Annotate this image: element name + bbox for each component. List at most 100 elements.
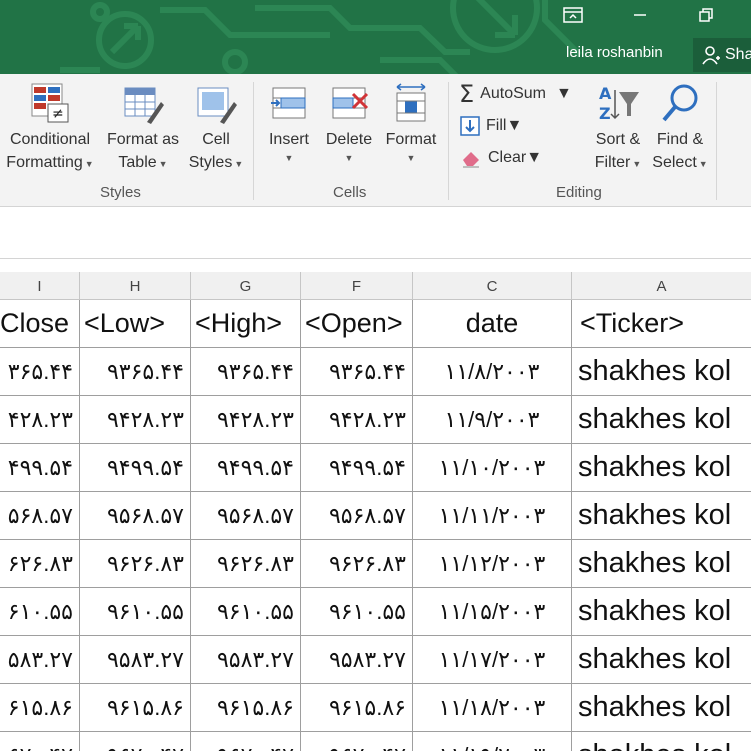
minimize-button[interactable] — [620, 0, 660, 30]
cell-high[interactable]: ۹۴۲۸.۲۳ — [191, 396, 301, 444]
cell-low[interactable]: ۹۶۱۰.۵۵ — [80, 588, 191, 636]
group-separator — [448, 82, 449, 200]
header-cell-open[interactable]: <Open> — [301, 300, 413, 348]
cell-ticker[interactable]: shakhes kol — [572, 732, 751, 751]
cell-date[interactable]: ۱۱/۹/۲۰۰۳ — [413, 396, 572, 444]
format-cells-icon — [396, 83, 426, 122]
cell-low[interactable]: ۹۳۶۵.۴۴ — [80, 348, 191, 396]
cell-date[interactable]: ۱۱/۱۷/۲۰۰۳ — [413, 636, 572, 684]
cell-close[interactable]: ۶۷۰.۴۷ — [0, 732, 80, 751]
cell-low[interactable]: ۹۶۱۵.۸۶ — [80, 684, 191, 732]
cell-close[interactable]: ۴۹۹.۵۴ — [0, 444, 80, 492]
header-cell-ticker[interactable]: <Ticker> — [572, 300, 751, 348]
cell-close[interactable]: ۶۲۶.۸۳ — [0, 540, 80, 588]
cell-ticker[interactable]: shakhes kol — [572, 540, 751, 588]
format-label: Format — [385, 131, 437, 148]
autosum-button[interactable]: Σ AutoSum ▼ — [459, 82, 572, 106]
chevron-down-icon: ▼ — [506, 117, 523, 134]
share-button[interactable]: Sha — [693, 38, 751, 72]
formula-bar[interactable] — [0, 207, 751, 259]
cell-open[interactable]: ۹۵۶۸.۵۷ — [301, 492, 413, 540]
cell-low[interactable]: ۹۶۲۶.۸۳ — [80, 540, 191, 588]
cell-date[interactable]: ۱۱/۱۵/۲۰۰۳ — [413, 588, 572, 636]
column-header-h[interactable]: H — [80, 272, 191, 300]
clear-label: Clear — [488, 149, 527, 166]
cell-high[interactable]: ۹۶۲۶.۸۳ — [191, 540, 301, 588]
sort-filter-button[interactable]: A Z Sort & Filter ▼ — [588, 74, 648, 176]
cell-high[interactable]: ۹۵۸۳.۲۷ — [191, 636, 301, 684]
cell-open[interactable]: ۹۶۱۵.۸۶ — [301, 684, 413, 732]
clear-button[interactable]: Clear ▼ — [460, 148, 542, 168]
cell-close[interactable]: ۵۶۸.۵۷ — [0, 492, 80, 540]
delete-cells-button[interactable]: Delete ▼ — [322, 74, 376, 165]
autosum-label: AutoSum — [480, 85, 546, 102]
cell-date[interactable]: ۱۱/۱۸/۲۰۰۳ — [413, 684, 572, 732]
cell-open[interactable]: ۹۴۹۹.۵۴ — [301, 444, 413, 492]
find-select-label-2: Select — [652, 154, 697, 171]
cell-high[interactable]: ۹۶۱۰.۵۵ — [191, 588, 301, 636]
column-header-a[interactable]: A — [572, 272, 751, 300]
ribbon-display-icon — [563, 7, 583, 23]
chevron-down-icon: ▼ — [344, 153, 354, 163]
cell-low[interactable]: ۹۵۶۸.۵۷ — [80, 492, 191, 540]
cell-close[interactable]: ۶۱۰.۵۵ — [0, 588, 80, 636]
cell-open[interactable]: ۹۶۲۶.۸۳ — [301, 540, 413, 588]
header-cell-date[interactable]: date — [413, 300, 572, 348]
fill-button[interactable]: Fill ▼ — [460, 116, 522, 136]
cell-close[interactable]: ۳۶۵.۴۴ — [0, 348, 80, 396]
cell-date[interactable]: ۱۱/۸/۲۰۰۳ — [413, 348, 572, 396]
cell-close[interactable]: ۵۸۳.۲۷ — [0, 636, 80, 684]
column-header-c[interactable]: C — [413, 272, 572, 300]
conditional-formatting-label-2: Formatting — [6, 154, 83, 171]
ribbon-display-options-button[interactable] — [553, 0, 593, 30]
sort-filter-label-2: Filter — [594, 154, 631, 171]
chevron-down-icon: ▼ — [632, 159, 642, 169]
user-name[interactable]: leila roshanbin — [566, 44, 663, 61]
editing-group-label: Editing — [556, 184, 602, 201]
format-cells-button[interactable]: Format ▼ — [382, 74, 440, 165]
cell-close[interactable]: ۴۲۸.۲۳ — [0, 396, 80, 444]
restore-button[interactable] — [686, 0, 726, 30]
header-cell-low[interactable]: <Low> — [80, 300, 191, 348]
cell-ticker[interactable]: shakhes kol — [572, 588, 751, 636]
cell-styles-button[interactable]: Cell Styles ▼ — [186, 74, 246, 176]
cell-ticker[interactable]: shakhes kol — [572, 348, 751, 396]
column-header-g[interactable]: G — [191, 272, 301, 300]
cell-high[interactable]: ۹۶۱۵.۸۶ — [191, 684, 301, 732]
cell-open[interactable]: ۹۶۷۰.۴۷ — [301, 732, 413, 751]
cell-open[interactable]: ۹۵۸۳.۲۷ — [301, 636, 413, 684]
ribbon: ≠ Conditional Formatting ▼ Format as Tabl… — [0, 74, 751, 207]
cell-high[interactable]: ۹۵۶۸.۵۷ — [191, 492, 301, 540]
cell-open[interactable]: ۹۳۶۵.۴۴ — [301, 348, 413, 396]
cell-ticker[interactable]: shakhes kol — [572, 444, 751, 492]
find-select-button[interactable]: Find & Select ▼ — [650, 74, 710, 176]
cell-low[interactable]: ۹۶۷۰.۴۷ — [80, 732, 191, 751]
cell-date[interactable]: ۱۱/۱۰/۲۰۰۳ — [413, 444, 572, 492]
cell-ticker[interactable]: shakhes kol — [572, 396, 751, 444]
cell-ticker[interactable]: shakhes kol — [572, 684, 751, 732]
conditional-formatting-button[interactable]: ≠ Conditional Formatting ▼ — [2, 74, 98, 176]
cell-high[interactable]: ۹۶۷۰.۴۷ — [191, 732, 301, 751]
eraser-icon — [463, 152, 479, 168]
cell-high[interactable]: ۹۴۹۹.۵۴ — [191, 444, 301, 492]
insert-cells-button[interactable]: Insert ▼ — [262, 74, 316, 165]
column-header-f[interactable]: F — [301, 272, 413, 300]
format-as-table-button[interactable]: Format as Table ▼ — [103, 74, 183, 176]
cell-date[interactable]: ۱۱/۱۱/۲۰۰۳ — [413, 492, 572, 540]
cell-close[interactable]: ۶۱۵.۸۶ — [0, 684, 80, 732]
delete-cells-icon — [332, 87, 369, 119]
header-cell-high[interactable]: <High> — [191, 300, 301, 348]
cell-low[interactable]: ۹۵۸۳.۲۷ — [80, 636, 191, 684]
header-cell-close[interactable]: Close — [0, 300, 80, 348]
cell-ticker[interactable]: shakhes kol — [572, 492, 751, 540]
cell-date[interactable]: ۱۱/۱۹/۲۰۰۳ — [413, 732, 572, 751]
cell-low[interactable]: ۹۴۹۹.۵۴ — [80, 444, 191, 492]
cell-open[interactable]: ۹۶۱۰.۵۵ — [301, 588, 413, 636]
cell-ticker[interactable]: shakhes kol — [572, 636, 751, 684]
cell-open[interactable]: ۹۴۲۸.۲۳ — [301, 396, 413, 444]
column-header-i[interactable]: I — [0, 272, 80, 300]
cell-low[interactable]: ۹۴۲۸.۲۳ — [80, 396, 191, 444]
chevron-down-icon: ▼ — [406, 153, 416, 163]
cell-high[interactable]: ۹۳۶۵.۴۴ — [191, 348, 301, 396]
cell-date[interactable]: ۱۱/۱۲/۲۰۰۳ — [413, 540, 572, 588]
